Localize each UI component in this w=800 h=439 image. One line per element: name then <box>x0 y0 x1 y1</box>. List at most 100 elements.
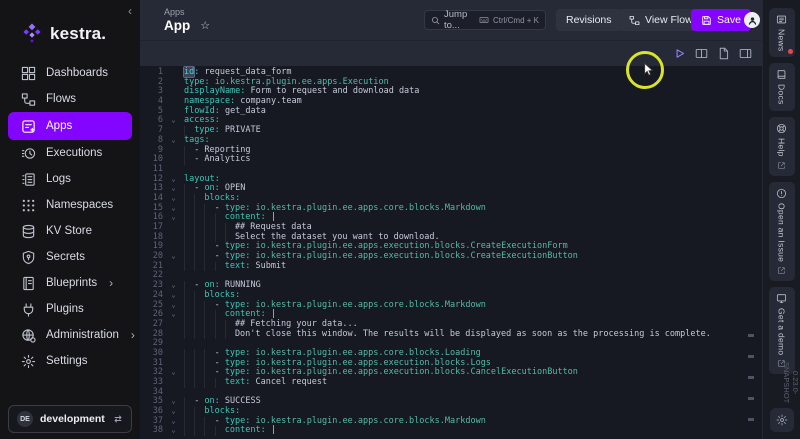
fold-icon[interactable]: ⌄ <box>166 310 181 320</box>
fold-icon[interactable]: ⌄ <box>166 301 181 311</box>
fold-icon[interactable]: ⌄ <box>166 291 181 301</box>
indent-guide <box>184 301 194 311</box>
code-line[interactable]: 16⌄content: | <box>140 213 762 223</box>
indent-guide <box>184 242 194 252</box>
editor-toolbar-icons <box>673 47 752 60</box>
sidebar-item-logs[interactable]: Logs <box>8 166 132 192</box>
indent-guide <box>204 426 214 436</box>
code-line[interactable]: 10- Analytics <box>140 155 762 165</box>
indent-guide <box>184 204 194 214</box>
favorite-star-icon[interactable]: ☆ <box>200 19 210 32</box>
sidebar-collapse-icon[interactable]: ‹ <box>128 4 132 18</box>
indent-guide <box>215 223 225 233</box>
swap-environment-icon <box>112 413 124 425</box>
breadcrumb[interactable]: Apps <box>164 7 210 17</box>
right-tab-docs[interactable]: Docs <box>769 63 795 111</box>
demo-icon <box>776 293 787 304</box>
indent-guide <box>215 262 225 272</box>
panel-icon[interactable] <box>739 47 752 60</box>
sidebar-item-plugins[interactable]: Plugins <box>8 296 132 322</box>
fold-icon[interactable]: ⌄ <box>166 252 181 262</box>
code-line[interactable]: 5flowId: get_data <box>140 107 762 117</box>
jump-to-search[interactable]: Jump to... Ctrl/Cmd + K <box>424 10 546 30</box>
fold-icon[interactable]: ⌄ <box>166 368 181 378</box>
split-view-icon[interactable] <box>695 47 708 60</box>
kestra-logo[interactable]: kestra. <box>0 0 140 46</box>
dashboards-icon <box>21 66 36 81</box>
code-line[interactable]: 17## Request data <box>140 223 762 233</box>
kestra-app: ‹ kestra. DashboardsFlowsAppsExecutionsL… <box>0 0 800 439</box>
fold-icon[interactable]: ⌄ <box>166 397 181 407</box>
right-tab-help[interactable]: Help <box>769 117 795 176</box>
sidebar-item-dashboards[interactable]: Dashboards <box>8 60 132 86</box>
fold-icon[interactable]: ⌄ <box>166 407 181 417</box>
code-line[interactable]: 26⌄content: | <box>140 310 762 320</box>
right-tab-open-an-issue[interactable]: Open an Issue <box>769 182 795 281</box>
yaml-editor[interactable]: 1id: request_data_form2type: io.kestra.p… <box>140 66 762 439</box>
editor-overview-ruler[interactable] <box>748 66 754 439</box>
indent-guide <box>204 320 214 330</box>
code-line[interactable]: 33text: Cancel request <box>140 378 762 388</box>
environment-switcher[interactable]: DE development <box>8 405 132 433</box>
indent-guide <box>204 417 214 427</box>
ruler-mark <box>748 397 754 400</box>
fold-icon[interactable]: ⌄ <box>166 136 181 146</box>
indent-guide <box>194 213 204 223</box>
fold-icon[interactable]: ⌄ <box>166 175 181 185</box>
indent-guide <box>184 407 194 417</box>
code-line[interactable]: 7type: PRIVATE <box>140 126 762 136</box>
code-line[interactable]: 11 <box>140 165 762 175</box>
indent-guide <box>184 262 194 272</box>
fold-spacer <box>166 68 181 78</box>
page-title: App <box>164 18 190 33</box>
code-text: text: Cancel request <box>181 378 327 388</box>
fold-spacer <box>166 378 181 388</box>
indent-guide <box>194 301 204 311</box>
indent-guide <box>204 330 214 340</box>
sidebar-item-flows[interactable]: Flows <box>8 86 132 112</box>
right-tab-news[interactable]: News <box>769 8 795 57</box>
fold-spacer <box>166 165 181 175</box>
code-line[interactable]: 38⌄content: | <box>140 426 762 436</box>
sidebar-item-executions[interactable]: Executions <box>8 140 132 166</box>
indent-guide <box>184 252 194 262</box>
fold-icon[interactable]: ⌄ <box>166 426 181 436</box>
indent-guide <box>225 320 235 330</box>
sidebar-item-kv-store[interactable]: KV Store <box>8 218 132 244</box>
sidebar-item-apps[interactable]: Apps <box>8 112 132 140</box>
right-tab-label: Docs <box>777 84 787 105</box>
sidebar-item-secrets[interactable]: Secrets <box>8 244 132 270</box>
sidebar-item-label: Executions <box>46 147 102 159</box>
run-icon[interactable] <box>673 47 686 60</box>
sidebar-item-label: Blueprints <box>46 277 97 289</box>
fold-icon[interactable]: ⌄ <box>166 204 181 214</box>
code-area[interactable]: 1id: request_data_form2type: io.kestra.p… <box>140 66 762 436</box>
sidebar-item-blueprints[interactable]: Blueprints› <box>8 270 132 296</box>
save-label: Save <box>717 14 741 26</box>
indent-guide <box>204 349 214 359</box>
indent-guide <box>184 194 194 204</box>
user-avatar[interactable] <box>744 12 760 28</box>
save-button[interactable]: Save <box>691 9 751 31</box>
code-line[interactable]: 21text: Submit <box>140 262 762 272</box>
fold-icon[interactable]: ⌄ <box>166 417 181 427</box>
indent-guide <box>194 233 204 243</box>
sidebar-item-namespaces[interactable]: Namespaces <box>8 192 132 218</box>
code-line[interactable]: 28Don't close this window. The results w… <box>140 330 762 340</box>
sidebar-item-settings[interactable]: Settings <box>8 348 132 374</box>
indent-guide <box>194 242 204 252</box>
page-header: Apps App ☆ <box>164 7 210 33</box>
revisions-button[interactable]: Revisions <box>556 9 622 31</box>
settings-gear-button[interactable] <box>770 408 794 432</box>
sidebar-item-administration[interactable]: Administration› <box>8 322 132 348</box>
indent-guide <box>194 349 204 359</box>
fold-icon[interactable]: ⌄ <box>166 116 181 126</box>
file-icon[interactable] <box>717 47 730 60</box>
fold-icon[interactable]: ⌄ <box>166 194 181 204</box>
main-area: Apps App ☆ Jump to... Ctrl/Cmd + K Revis… <box>140 0 762 439</box>
fold-icon[interactable]: ⌄ <box>166 281 181 291</box>
fold-icon[interactable]: ⌄ <box>166 213 181 223</box>
fold-icon[interactable]: ⌄ <box>166 184 181 194</box>
indent-guide <box>184 281 194 291</box>
administration-icon <box>21 328 36 343</box>
